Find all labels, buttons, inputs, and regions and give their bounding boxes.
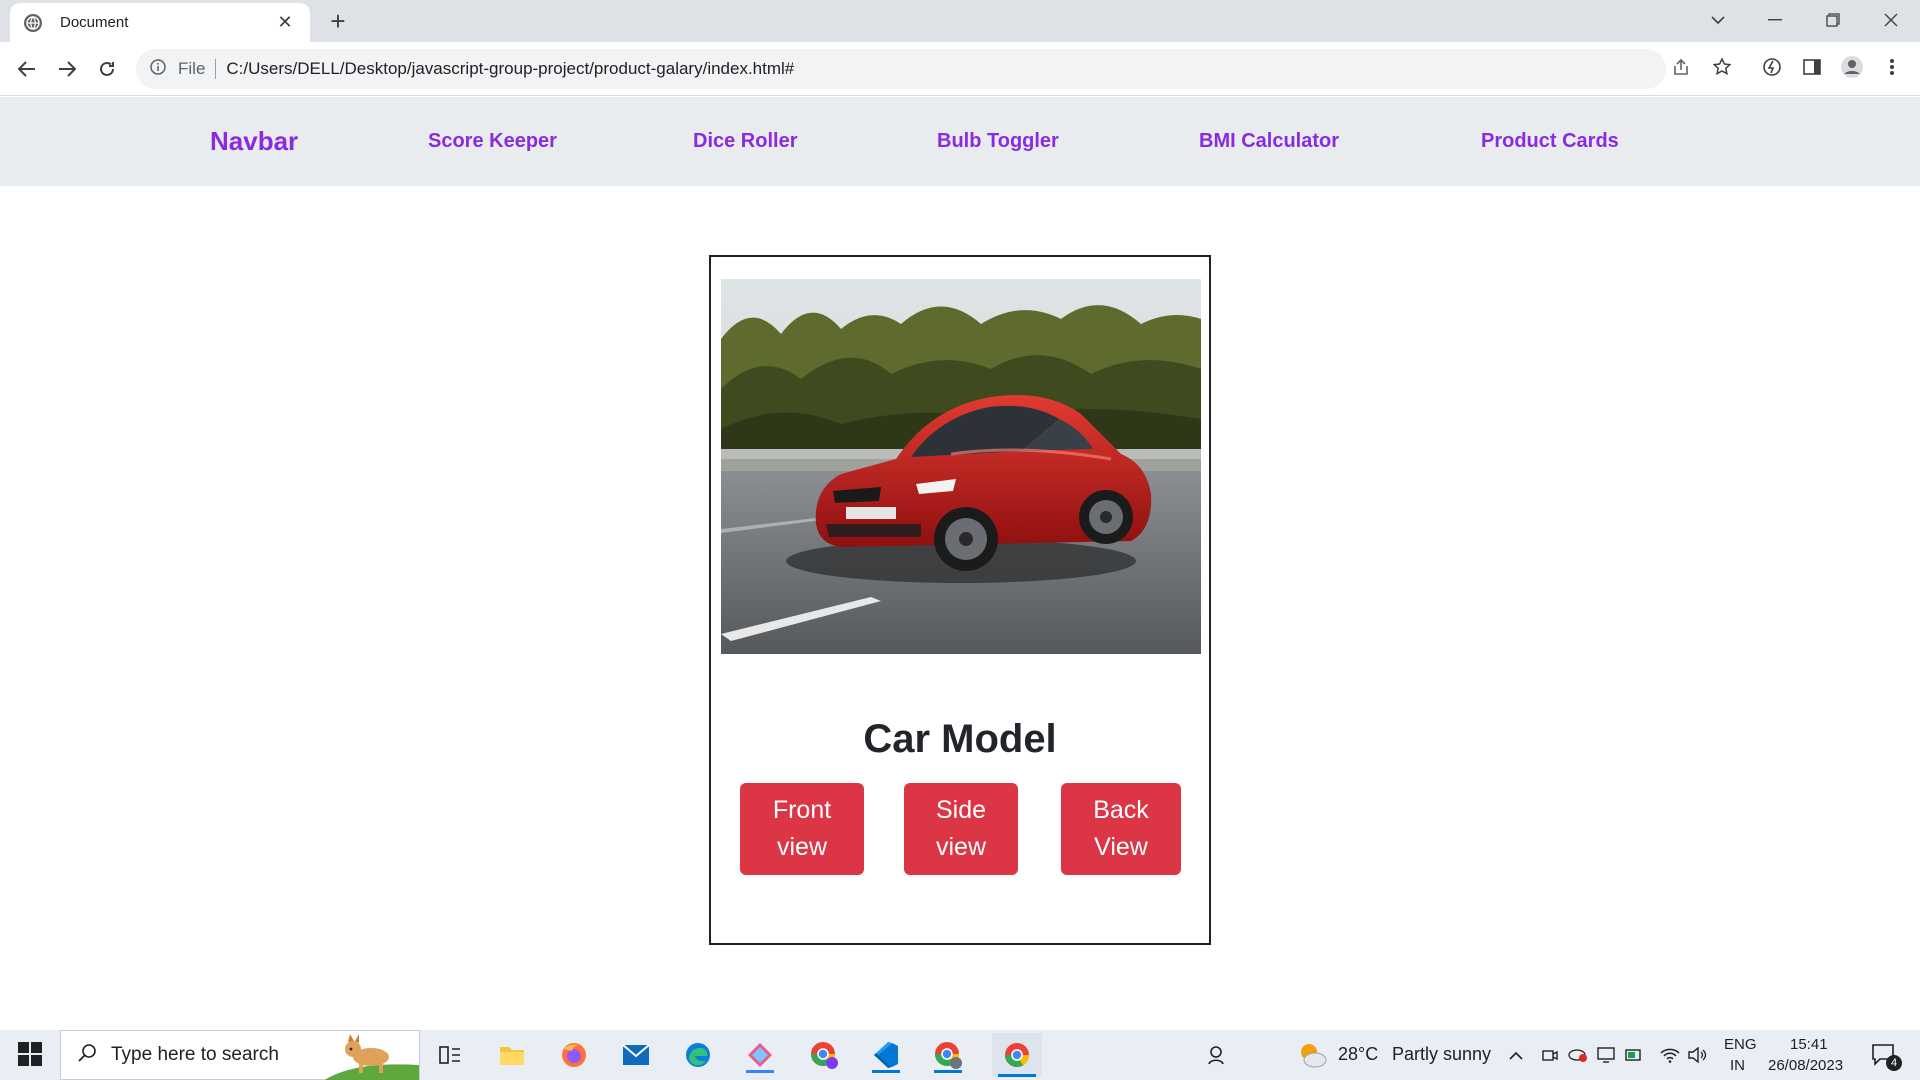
bookmark-star-icon[interactable] xyxy=(1707,52,1737,82)
back-view-button[interactable]: Back View xyxy=(1061,783,1181,875)
tab-search-chevron-icon[interactable] xyxy=(1695,4,1741,36)
forward-icon[interactable] xyxy=(52,54,82,84)
chrome-active-indicator xyxy=(998,1074,1036,1077)
chevron-up-icon[interactable] xyxy=(1504,1037,1528,1073)
back-view-label-line1: Back xyxy=(1093,796,1149,824)
notification-count-badge: 4 xyxy=(1886,1055,1902,1071)
share-icon[interactable] xyxy=(1666,52,1696,82)
vscode-icon[interactable] xyxy=(868,1037,904,1073)
edge-icon[interactable] xyxy=(680,1037,716,1073)
vscode-active-indicator xyxy=(872,1070,900,1073)
meet-now-icon[interactable] xyxy=(1538,1037,1562,1073)
app-active-indicator xyxy=(746,1070,774,1073)
nav-link-product-cards[interactable]: Product Cards xyxy=(1481,97,1619,186)
chrome-profile-icon[interactable] xyxy=(806,1037,842,1073)
close-tab-icon[interactable]: ✕ xyxy=(274,12,296,33)
front-view-label-line2: view xyxy=(776,833,827,861)
restore-icon[interactable] xyxy=(1810,4,1856,36)
app-icon[interactable] xyxy=(742,1037,778,1073)
front-view-button[interactable]: Front view xyxy=(740,783,864,875)
side-view-label-line1: Side xyxy=(935,796,987,824)
weather-temperature[interactable]: 28°C xyxy=(1338,1044,1378,1065)
chrome2-active-indicator xyxy=(934,1070,962,1073)
globe-icon xyxy=(24,13,42,32)
back-view-label-line2: View xyxy=(1094,833,1148,861)
people-search-icon[interactable] xyxy=(1200,1037,1236,1073)
navbar-brand[interactable]: Navbar xyxy=(210,97,298,186)
windows-start-icon[interactable] xyxy=(10,1042,50,1068)
onedrive-error-icon[interactable] xyxy=(1566,1037,1590,1073)
clock-date[interactable]: 26/08/2023 xyxy=(1768,1057,1843,1074)
nav-link-dice-roller[interactable]: Dice Roller xyxy=(693,97,797,186)
url-text[interactable]: C:/Users/DELL/Desktop/javascript-group-p… xyxy=(226,59,794,79)
profile-avatar-icon[interactable] xyxy=(1837,52,1867,82)
search-highlight-dog-icon xyxy=(323,1031,419,1080)
nav-link-score-keeper[interactable]: Score Keeper xyxy=(428,97,557,186)
task-view-icon[interactable] xyxy=(432,1037,468,1073)
minimize-icon[interactable] xyxy=(1752,4,1798,36)
weather-condition[interactable]: Partly sunny xyxy=(1392,1044,1491,1065)
nav-link-bmi-calculator[interactable]: BMI Calculator xyxy=(1199,97,1339,186)
language-code[interactable]: ENG xyxy=(1724,1036,1757,1053)
firefox-icon[interactable] xyxy=(556,1037,592,1073)
chrome-profile-icon-2[interactable] xyxy=(930,1037,966,1073)
back-icon[interactable] xyxy=(12,54,42,84)
reload-icon[interactable] xyxy=(92,54,122,84)
weather-icon[interactable] xyxy=(1294,1037,1330,1073)
keyboard-region[interactable]: IN xyxy=(1730,1057,1745,1074)
nav-link-bulb-toggler[interactable]: Bulb Toggler xyxy=(937,97,1059,186)
battery-icon[interactable] xyxy=(1622,1037,1646,1073)
mail-icon[interactable] xyxy=(618,1037,654,1073)
search-placeholder: Type here to search xyxy=(111,1044,279,1065)
tab-title: Document xyxy=(60,14,129,31)
new-tab-button[interactable]: + xyxy=(324,7,352,35)
browser-tab[interactable]: Document ✕ xyxy=(10,3,310,42)
clock-time[interactable]: 15:41 xyxy=(1790,1036,1828,1053)
search-icon xyxy=(77,1043,97,1068)
side-view-label-line2: view xyxy=(935,833,986,861)
side-panel-icon[interactable] xyxy=(1797,52,1827,82)
side-view-button[interactable]: Side view xyxy=(904,783,1018,875)
notification-icon[interactable]: 4 xyxy=(1866,1037,1902,1073)
extension-icon[interactable] xyxy=(1757,52,1787,82)
display-icon[interactable] xyxy=(1594,1037,1618,1073)
url-scheme-label: File xyxy=(178,59,217,79)
page-navbar: Navbar Score Keeper Dice Roller Bulb Tog… xyxy=(0,97,1920,186)
front-view-label-line1: Front xyxy=(772,796,832,824)
address-bar[interactable]: File C:/Users/DELL/Desktop/javascript-gr… xyxy=(136,49,1666,89)
volume-icon[interactable] xyxy=(1686,1037,1710,1073)
car-image xyxy=(721,279,1201,654)
windows-taskbar: Type here to search 28°C Partly sunny EN… xyxy=(0,1030,1920,1080)
close-window-icon[interactable] xyxy=(1868,4,1914,36)
chrome-icon[interactable] xyxy=(992,1033,1042,1077)
menu-kebab-icon[interactable] xyxy=(1877,52,1907,82)
taskbar-search-box[interactable]: Type here to search xyxy=(60,1030,420,1080)
wifi-icon[interactable] xyxy=(1658,1037,1682,1073)
product-card: Car Model Front view Side view Back View xyxy=(709,255,1211,945)
browser-toolbar: File C:/Users/DELL/Desktop/javascript-gr… xyxy=(0,42,1920,96)
info-icon[interactable] xyxy=(150,58,166,80)
file-explorer-icon[interactable] xyxy=(494,1037,530,1073)
card-title: Car Model xyxy=(863,717,1057,761)
browser-tab-strip: Document ✕ + xyxy=(0,0,1920,42)
